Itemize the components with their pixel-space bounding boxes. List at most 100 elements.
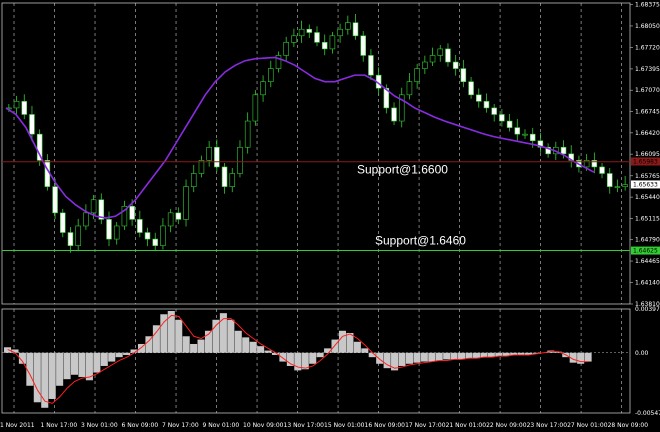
osc-y-tick-label: 0.003979 (635, 306, 660, 313)
histogram-bar (435, 352, 443, 361)
candle-body (144, 232, 151, 240)
candle-body (237, 146, 243, 174)
candle-body (499, 114, 505, 122)
histogram-bar (458, 352, 466, 360)
histogram-bar (48, 352, 56, 399)
candle-body (406, 81, 413, 96)
candle-body (476, 94, 482, 102)
osc-y-tick-label: 0.00 (635, 350, 649, 357)
x-tick-label: 6 Nov 09:00 (122, 422, 159, 429)
y-tick-label: 1.68375 (635, 2, 660, 9)
histogram-bar (428, 352, 436, 362)
candle-body (445, 48, 451, 63)
y-tick-label: 1.65115 (635, 215, 660, 222)
support-annotation: Support@1.6460 (375, 234, 466, 248)
candle-body (129, 205, 135, 220)
price-label-text: 1.65983 (633, 159, 658, 166)
x-tick-label: 13 Nov 17:00 (284, 422, 325, 429)
candle-body (21, 101, 28, 115)
histogram-bar (316, 352, 324, 358)
y-tick-label: 1.64465 (635, 258, 660, 265)
histogram-bar (56, 352, 64, 386)
histogram-bar (115, 352, 123, 358)
candle-body (452, 61, 459, 69)
candle-body (175, 212, 182, 220)
candle-body (260, 81, 266, 96)
price-label-text: 1.65633 (633, 181, 658, 188)
candle-body (29, 114, 35, 135)
candle-body (214, 146, 220, 168)
histogram-bar (405, 352, 413, 364)
candle-body (221, 166, 228, 187)
histogram-bar (264, 350, 272, 353)
histogram-bar (182, 336, 190, 353)
histogram-bar (100, 352, 108, 366)
candle-body (160, 225, 166, 246)
candle-body (137, 219, 143, 233)
x-tick-label: 21 Nov 01:00 (446, 422, 487, 429)
histogram-bar (33, 352, 41, 403)
candle-body (306, 28, 313, 33)
x-tick-label: 27 Nov 01:00 (567, 422, 608, 429)
y-tick-label: 1.65440 (635, 194, 660, 201)
candle-body (314, 32, 320, 43)
candle-body (414, 68, 420, 82)
candle-body (321, 42, 328, 50)
y-tick-label: 1.66745 (635, 109, 660, 116)
support-annotation: Support@1.6600 (357, 163, 448, 177)
histogram-bar (41, 352, 49, 408)
histogram-bar (376, 352, 384, 364)
candle-body (229, 173, 236, 187)
candle-body (352, 22, 359, 37)
x-tick-label: 28 Nov 09:00 (608, 422, 649, 429)
candle-body (529, 133, 536, 142)
candle-body (468, 81, 474, 96)
histogram-bar (212, 319, 220, 353)
candle-body (291, 35, 297, 43)
candle-body (283, 42, 289, 56)
histogram-bar (93, 352, 101, 373)
candle-body (368, 55, 374, 76)
y-tick-label: 1.66420 (635, 130, 660, 137)
candle-body (167, 212, 174, 227)
histogram-bar (361, 348, 369, 353)
histogram-bar (465, 352, 473, 359)
histogram-bar (197, 339, 205, 353)
candle-body (52, 186, 58, 214)
candle-body (360, 35, 366, 56)
x-tick-label: 17 Nov 17:00 (405, 422, 446, 429)
candle-body (83, 212, 89, 227)
histogram-bar (70, 352, 79, 375)
candle-body (75, 225, 81, 246)
histogram-bar (480, 352, 488, 358)
candle-body (483, 101, 490, 109)
histogram-bar (108, 352, 116, 362)
candle-body (13, 101, 20, 109)
candle-body (599, 166, 605, 174)
x-tick-label: 3 Nov 01:00 (81, 422, 118, 429)
histogram-bar (331, 339, 339, 353)
x-tick-label: 15 Nov 01:00 (324, 422, 365, 429)
histogram-bar (450, 352, 458, 360)
candle-body (514, 127, 521, 135)
histogram-bar (584, 352, 592, 362)
candle-body (437, 48, 444, 56)
histogram-bar (413, 352, 421, 363)
histogram-bar (234, 330, 242, 353)
candle-body (422, 61, 428, 69)
candle-body (560, 146, 567, 155)
candle-body (460, 68, 467, 82)
x-tick-label: 1 Nov 17:00 (41, 422, 78, 429)
candle-body (391, 107, 397, 122)
y-tick-label: 1.64790 (635, 237, 660, 244)
histogram-bar (249, 341, 257, 353)
histogram-bar (577, 352, 585, 364)
candle-body (622, 184, 628, 187)
x-tick-label: 23 Nov 17:00 (527, 422, 568, 429)
y-tick-label: 1.66095 (635, 151, 660, 158)
candle-body (198, 160, 205, 174)
candle-body (244, 120, 251, 148)
histogram-bar (78, 352, 86, 377)
y-tick-label: 1.65765 (635, 173, 660, 180)
histogram-bar (353, 341, 361, 353)
